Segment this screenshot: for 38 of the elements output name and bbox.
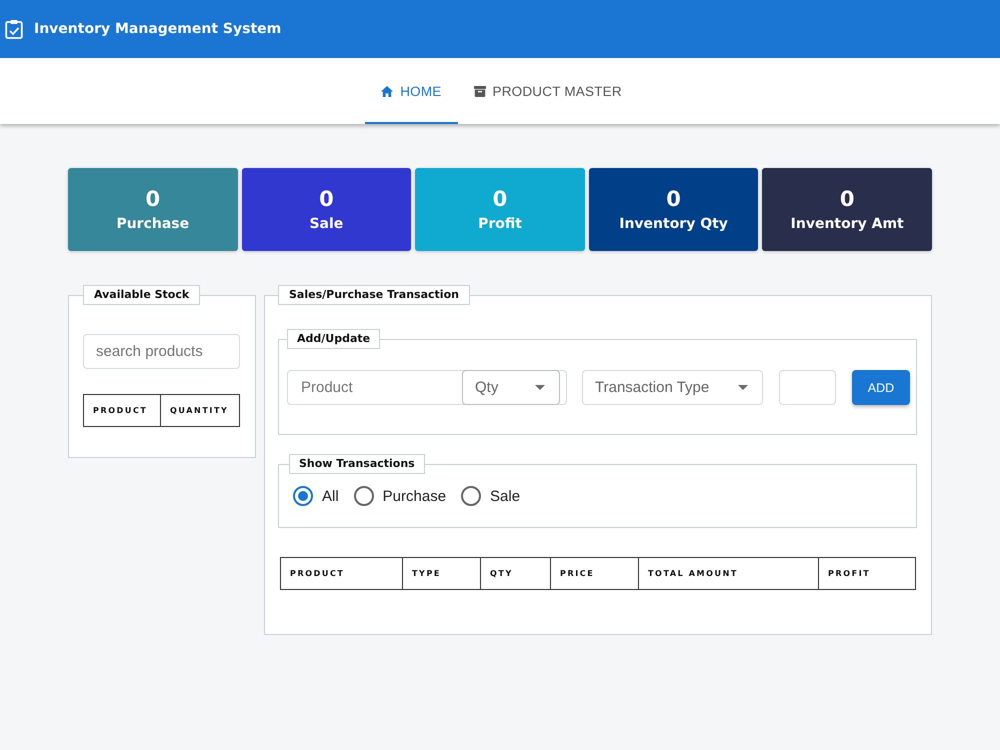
clipboard-check-icon: [5, 19, 23, 39]
column-header: QUANTITY: [160, 394, 240, 426]
panel-title: Sales/Purchase Transaction: [278, 285, 470, 305]
stat-label: Inventory Amt: [790, 214, 904, 234]
nav-tab[interactable]: PRODUCT MASTER: [458, 58, 638, 124]
app-title: Inventory Management System: [34, 21, 282, 37]
stat-value: 0: [145, 186, 160, 212]
column-header: PRICE: [550, 558, 638, 590]
stat-value: 0: [319, 186, 334, 212]
radio-option[interactable]: All: [293, 486, 339, 506]
qty-select[interactable]: Qty: [462, 370, 560, 405]
input-field[interactable]: [779, 370, 836, 405]
stat-label: Inventory Qty: [619, 214, 728, 234]
radio-option[interactable]: Purchase: [354, 486, 446, 506]
stat-label: Purchase: [116, 214, 190, 234]
column-header: TYPE: [402, 558, 480, 590]
caret-down-icon: [738, 385, 748, 390]
stat-label: Sale: [309, 214, 344, 234]
add-button[interactable]: ADD: [852, 370, 910, 405]
panel-title: Add/Update: [287, 329, 380, 349]
radio-option[interactable]: Sale: [461, 486, 520, 506]
home-icon: [381, 86, 394, 96]
column-header: TOTAL AMOUNT: [638, 558, 818, 590]
column-header: PROFIT: [818, 558, 916, 590]
column-header: PRODUCT: [280, 558, 402, 590]
transaction-type-select[interactable]: Transaction Type: [582, 370, 763, 405]
archive-box-icon: [474, 86, 486, 96]
stat-value: 0: [492, 186, 508, 212]
search-field[interactable]: search products: [83, 334, 240, 369]
nav-tab[interactable]: HOME: [365, 58, 458, 124]
stat-label: Profit: [478, 214, 522, 234]
stat-value: 0: [840, 186, 854, 212]
column-header: QTY: [480, 558, 550, 590]
column-header: PRODUCT: [84, 394, 160, 426]
panel-title: Show Transactions: [289, 454, 425, 474]
stat-value: 0: [666, 186, 681, 212]
caret-down-icon: [535, 385, 545, 390]
panel-title: Available Stock: [83, 285, 200, 305]
